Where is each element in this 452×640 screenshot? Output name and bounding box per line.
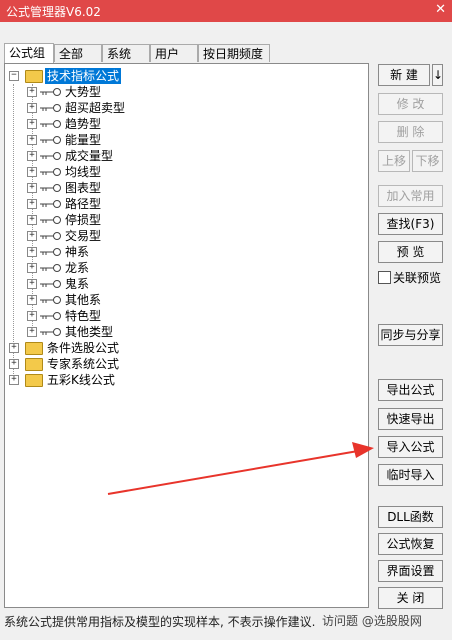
arrow-head xyxy=(352,442,374,458)
watermark-text: 访问题 @选股股网 xyxy=(322,614,422,628)
annotation-arrow xyxy=(107,442,374,495)
arrow-shaft xyxy=(107,450,359,495)
status-text: 系统公式提供常用指标及模型的实现样本, 不表示操作建议. xyxy=(4,615,316,629)
